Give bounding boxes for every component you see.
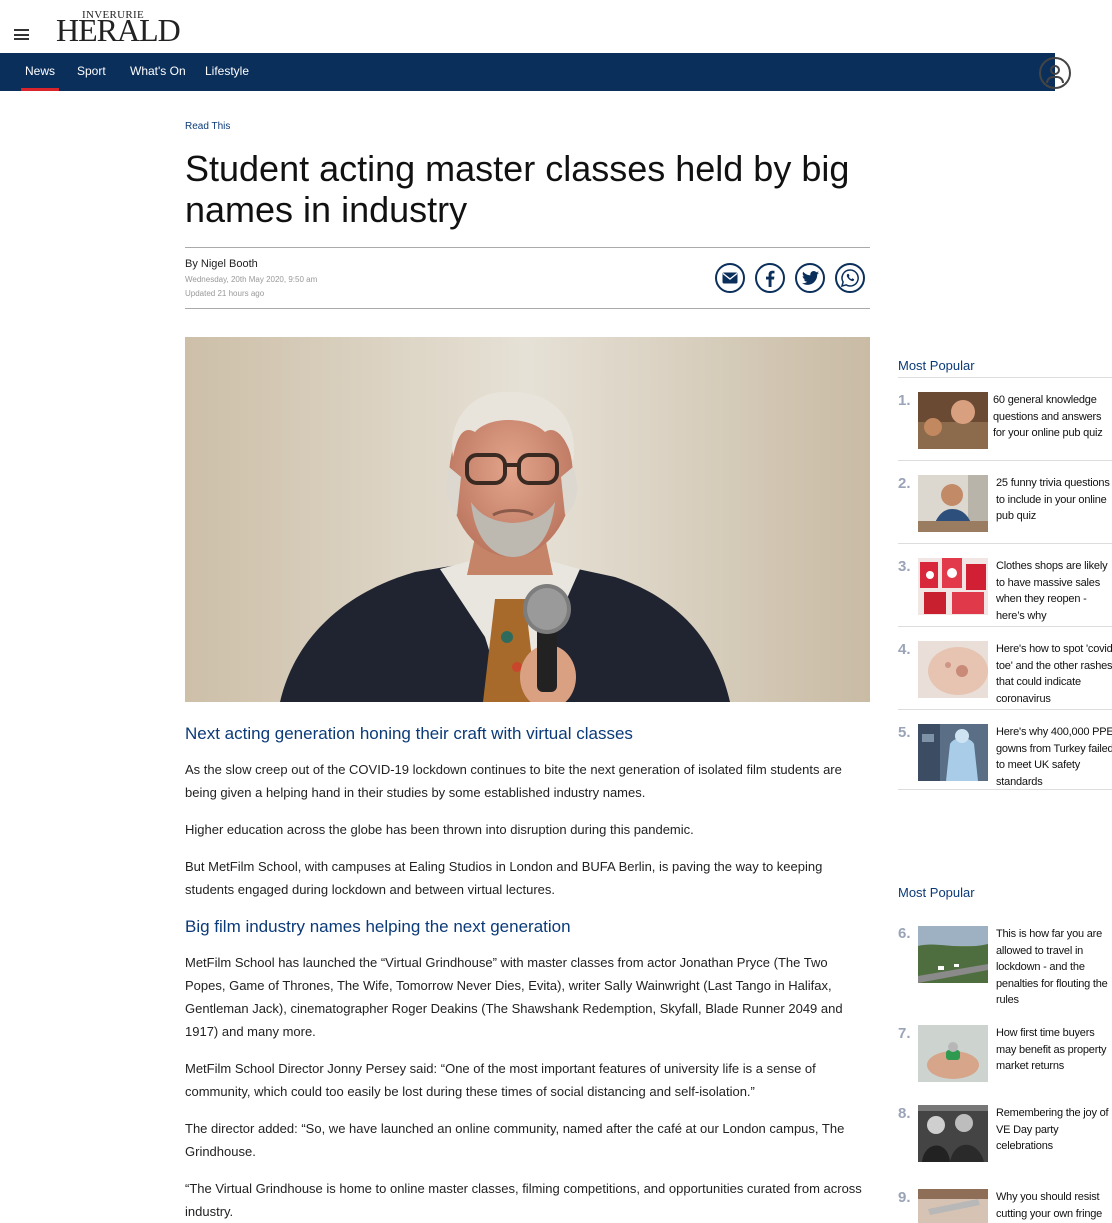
most-popular-section-2: Most Popular 6. This is how far you are … [898, 883, 1112, 1223]
popular-item-number: 9. [898, 1189, 911, 1206]
facebook-icon [766, 270, 775, 287]
popular-item-number: 1. [898, 392, 911, 409]
popular-item[interactable]: 2. 25 funny trivia questions to include … [898, 461, 1112, 544]
menu-icon[interactable] [14, 29, 29, 40]
popular-item-number: 2. [898, 475, 911, 492]
popular-item[interactable]: 1. 60 general knowledge questions and an… [898, 378, 1112, 461]
article-paragraph: But MetFilm School, with campuses at Eal… [185, 859, 823, 897]
whatsapp-share-button[interactable] [835, 263, 865, 293]
popular-item-thumbnail [918, 1189, 988, 1223]
popular-item-thumbnail [918, 1025, 988, 1082]
article-paragraph: MetFilm School Director Jonny Persey sai… [185, 1061, 816, 1099]
email-share-button[interactable] [715, 263, 745, 293]
twitter-share-button[interactable] [795, 263, 825, 293]
popular-item-title: Here's how to spot 'covid toe' and the o… [996, 643, 1112, 705]
article-kicker-link[interactable]: Read This [185, 121, 230, 132]
twitter-icon [801, 271, 819, 285]
article-body: Next acting generation honing their craf… [185, 722, 870, 1223]
popular-item[interactable]: 6. This is how far you are allowed to tr… [898, 905, 1112, 1011]
popular-item-number: 6. [898, 925, 911, 942]
article-paragraph: As the slow creep out of the COVID-19 lo… [185, 762, 842, 800]
popular-item-title: How first time buyers may benefit as pro… [996, 1027, 1107, 1072]
logo-big-text: HERALD [56, 12, 181, 48]
popular-item-number: 4. [898, 641, 911, 658]
popular-item[interactable]: 8. Remembering the joy of VE Day party c… [898, 1091, 1112, 1175]
popular-item-title: Remembering the joy of VE Day party cele… [996, 1107, 1109, 1152]
popular-item-title: Here's why 400,000 PPE gowns from Turkey… [996, 726, 1112, 788]
nav-item-whats-on[interactable]: What's On [130, 53, 186, 91]
popular-item[interactable]: 3. Clothes shops are likely to have mass… [898, 544, 1112, 627]
nav-item-sport[interactable]: Sport [77, 53, 106, 91]
section-title: Most Popular [898, 356, 1112, 378]
article-paragraph: “The Virtual Grindhouse is home to onlin… [185, 1181, 862, 1219]
hero-image [185, 337, 870, 702]
popular-item[interactable]: 5. Here's why 400,000 PPE gowns from Tur… [898, 710, 1112, 790]
popular-item-thumbnail [918, 641, 988, 698]
popular-item-thumbnail [918, 392, 988, 449]
site-logo[interactable]: INVERURIE HERALD [56, 8, 181, 48]
publish-date: Wednesday, 20th May 2020, 9:50 am [185, 275, 318, 284]
popular-item-thumbnail [918, 475, 988, 532]
popular-item-title: 60 general knowledge questions and answe… [993, 394, 1103, 439]
byline-box: By Nigel Booth Wednesday, 20th May 2020,… [185, 247, 870, 309]
whatsapp-icon [841, 269, 859, 287]
popular-item-title: This is how far you are allowed to trave… [996, 928, 1108, 1006]
nav-item-lifestyle[interactable]: Lifestyle [205, 53, 249, 91]
main-nav: News Sport What's On Lifestyle [0, 53, 1055, 91]
popular-item-number: 5. [898, 724, 911, 741]
account-icon[interactable] [1039, 57, 1071, 89]
popular-item[interactable]: 9. Why you should resist cutting your ow… [898, 1175, 1112, 1223]
popular-item[interactable]: 7. How first time buyers may benefit as … [898, 1011, 1112, 1091]
article-paragraph: MetFilm School has launched the “Virtual… [185, 955, 843, 1039]
popular-item[interactable]: 4. Here's how to spot 'covid toe' and th… [898, 627, 1112, 710]
article-subheading: Big film industry names helping the next… [185, 917, 571, 936]
nav-item-news[interactable]: News [20, 53, 60, 91]
popular-item-thumbnail [918, 1105, 988, 1162]
article-paragraph: Higher education across the globe has be… [185, 822, 694, 837]
email-icon [722, 272, 738, 284]
popular-item-thumbnail [918, 724, 988, 781]
updated-time: Updated 21 hours ago [185, 289, 265, 298]
popular-item-title: Why you should resist cutting your own f… [996, 1191, 1103, 1220]
popular-item-thumbnail [918, 926, 988, 983]
popular-item-number: 8. [898, 1105, 911, 1122]
popular-item-title: 25 funny trivia questions to include in … [996, 477, 1110, 522]
popular-item-number: 7. [898, 1025, 911, 1042]
popular-item-thumbnail [918, 558, 988, 615]
article-title: Student acting master classes held by bi… [185, 148, 850, 230]
most-popular-section: Most Popular 1. 60 general knowledge que… [898, 356, 1112, 790]
article-subheading: Next acting generation honing their craf… [185, 724, 633, 743]
top-bar: INVERURIE HERALD [0, 0, 1112, 53]
author-byline: By Nigel Booth [185, 258, 258, 270]
article-paragraph: The director added: “So, we have launche… [185, 1121, 845, 1159]
facebook-share-button[interactable] [755, 263, 785, 293]
popular-item-title: Clothes shops are likely to have massive… [996, 560, 1108, 622]
section-title: Most Popular [898, 885, 975, 900]
popular-item-number: 3. [898, 558, 911, 575]
